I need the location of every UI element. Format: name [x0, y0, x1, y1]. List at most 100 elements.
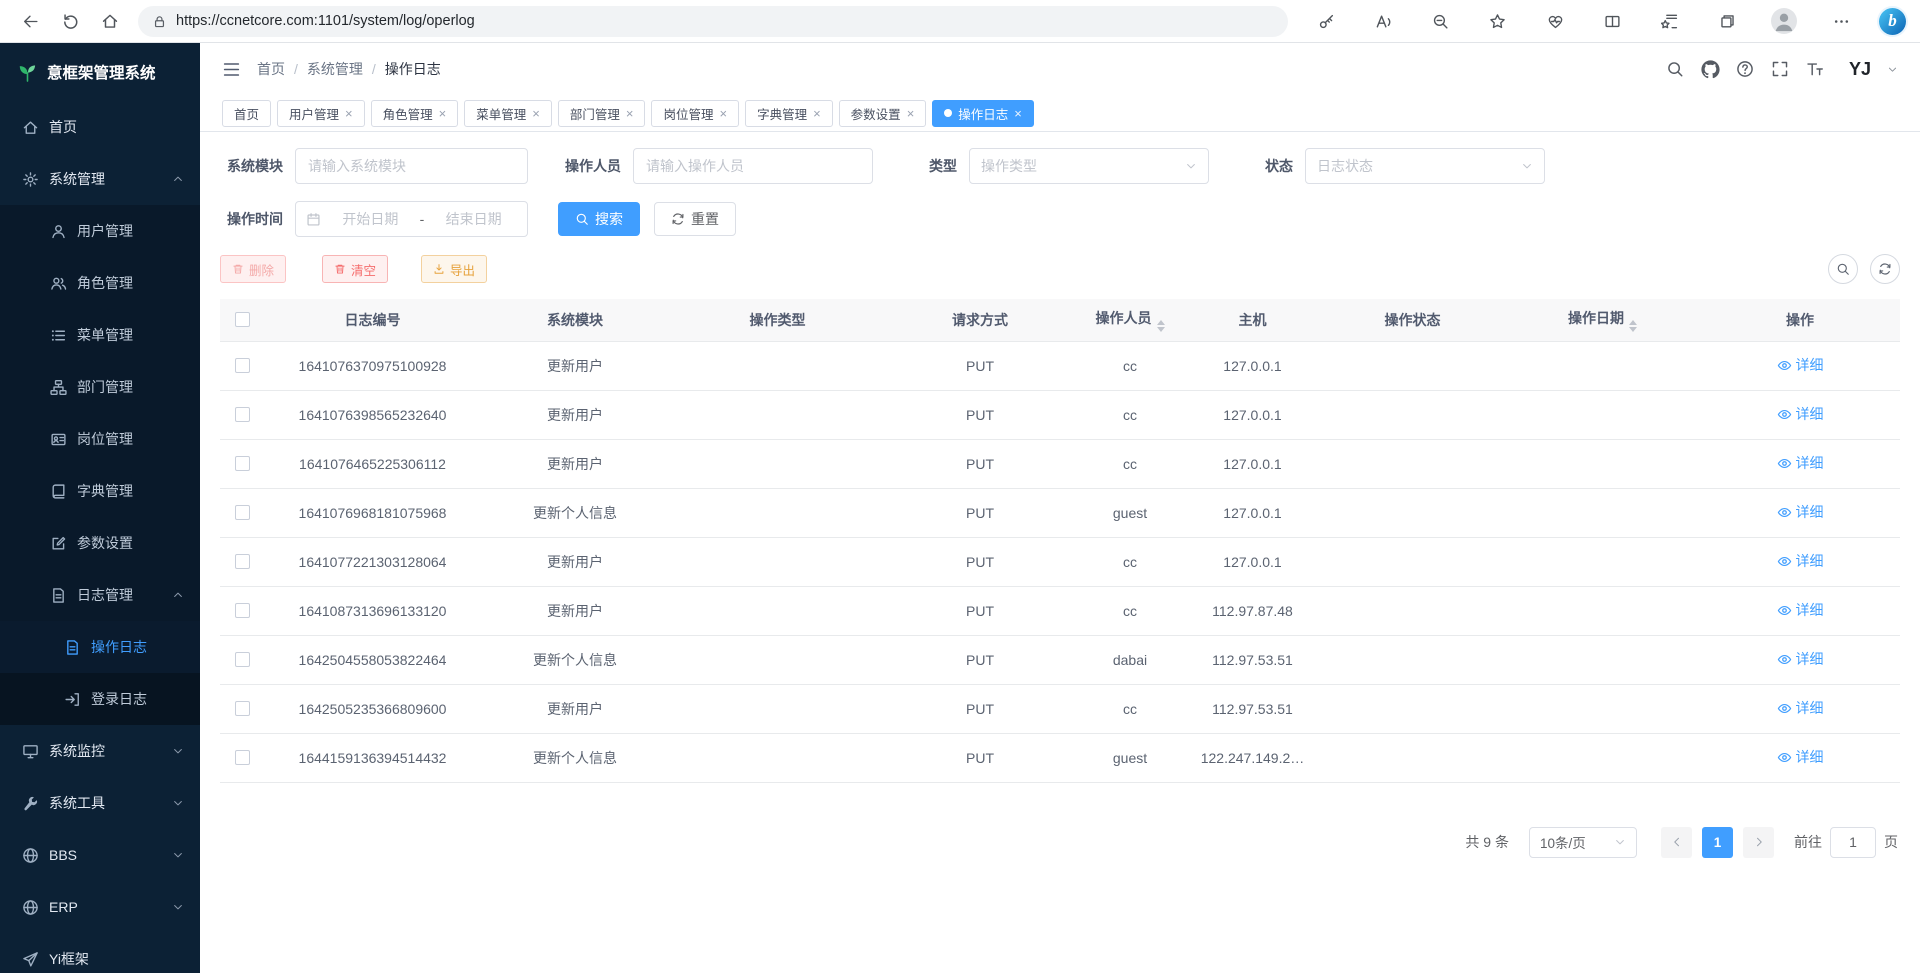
- tab-operation-log[interactable]: 操作日志×: [932, 100, 1034, 127]
- sidebar-item-erp[interactable]: ERP: [0, 881, 200, 933]
- table-row: 1641076465225306112 更新用户 PUT cc 127.0.0.…: [220, 439, 1900, 488]
- refresh-table-button[interactable]: [1870, 254, 1900, 284]
- col-operator[interactable]: 操作人员: [1075, 299, 1185, 341]
- detail-link[interactable]: 详细: [1777, 698, 1824, 718]
- help-button[interactable]: [1736, 60, 1755, 79]
- operator-input[interactable]: [633, 148, 873, 184]
- browser-home-button[interactable]: [90, 4, 130, 38]
- row-checkbox[interactable]: [235, 603, 250, 618]
- reset-button[interactable]: 重置: [654, 202, 736, 236]
- search-button[interactable]: 搜索: [558, 202, 640, 236]
- module-input[interactable]: [295, 148, 528, 184]
- browser-refresh-button[interactable]: [50, 4, 90, 38]
- sort-icon[interactable]: [1629, 320, 1637, 332]
- tab-user-management[interactable]: 用户管理×: [277, 100, 365, 127]
- close-icon[interactable]: ×: [719, 107, 727, 120]
- user-logo[interactable]: YJ: [1849, 59, 1871, 80]
- sidebar-item-menu-management[interactable]: 菜单管理: [0, 309, 200, 361]
- detail-link[interactable]: 详细: [1777, 355, 1824, 375]
- detail-link[interactable]: 详细: [1777, 747, 1824, 767]
- goto-page-input[interactable]: [1830, 827, 1876, 858]
- browser-more-button[interactable]: [1822, 4, 1862, 38]
- profile-button[interactable]: [1764, 4, 1804, 38]
- sidebar-item-system-management[interactable]: 系统管理: [0, 153, 200, 205]
- sidebar-item-dictionary-management[interactable]: 字典管理: [0, 465, 200, 517]
- detail-link[interactable]: 详细: [1777, 404, 1824, 424]
- row-checkbox[interactable]: [235, 701, 250, 716]
- sidebar-item-bbs[interactable]: BBS: [0, 829, 200, 881]
- detail-link[interactable]: 详细: [1777, 600, 1824, 620]
- collections-button[interactable]: [1707, 4, 1747, 38]
- date-range-input[interactable]: 开始日期 - 结束日期: [295, 201, 528, 237]
- row-checkbox[interactable]: [235, 554, 250, 569]
- next-page-button[interactable]: [1743, 827, 1774, 858]
- fullscreen-button[interactable]: [1771, 60, 1790, 79]
- row-checkbox[interactable]: [235, 358, 250, 373]
- sidebar-item-parameter-settings[interactable]: 参数设置: [0, 517, 200, 569]
- sidebar-item-system-monitor[interactable]: 系统监控: [0, 725, 200, 777]
- export-button[interactable]: 导出: [421, 255, 487, 283]
- read-aloud-button[interactable]: [1363, 4, 1403, 38]
- bing-chat-button[interactable]: b: [1879, 8, 1906, 35]
- status-select[interactable]: 日志状态: [1305, 148, 1545, 184]
- close-icon[interactable]: ×: [439, 107, 447, 120]
- row-checkbox[interactable]: [235, 652, 250, 667]
- tab-parameter-settings[interactable]: 参数设置×: [839, 100, 927, 127]
- page-size-select[interactable]: 10条/页: [1529, 827, 1637, 858]
- tab-home[interactable]: 首页: [222, 100, 271, 127]
- sidebar-item-role-management[interactable]: 角色管理: [0, 257, 200, 309]
- add-favorite-button[interactable]: [1478, 4, 1518, 38]
- sidebar-item-system-tools[interactable]: 系统工具: [0, 777, 200, 829]
- sidebar-toggle-icon[interactable]: [222, 60, 241, 79]
- sort-icon[interactable]: [1157, 320, 1165, 332]
- select-all-checkbox[interactable]: [235, 312, 250, 327]
- browser-back-button[interactable]: [10, 4, 50, 38]
- row-checkbox[interactable]: [235, 505, 250, 520]
- tab-dictionary-management[interactable]: 字典管理×: [745, 100, 833, 127]
- browser-essentials-button[interactable]: [1535, 4, 1575, 38]
- tab-role-management[interactable]: 角色管理×: [371, 100, 459, 127]
- sidebar-item-operation-log[interactable]: 操作日志: [0, 621, 200, 673]
- close-icon[interactable]: ×: [1014, 107, 1022, 120]
- sidebar-item-home[interactable]: 首页: [0, 101, 200, 153]
- detail-link[interactable]: 详细: [1777, 649, 1824, 669]
- page-number-button[interactable]: 1: [1702, 827, 1733, 858]
- row-checkbox[interactable]: [235, 750, 250, 765]
- tab-post-management[interactable]: 岗位管理×: [651, 100, 739, 127]
- close-icon[interactable]: ×: [907, 107, 915, 120]
- detail-link[interactable]: 详细: [1777, 453, 1824, 473]
- row-checkbox[interactable]: [235, 456, 250, 471]
- font-size-button[interactable]: [1806, 60, 1825, 79]
- sidebar-item-yi-framework[interactable]: Yi框架: [0, 933, 200, 973]
- passwords-button[interactable]: [1306, 4, 1346, 38]
- sidebar-item-log-management[interactable]: 日志管理: [0, 569, 200, 621]
- col-date[interactable]: 操作日期: [1505, 299, 1700, 341]
- sidebar-item-login-log[interactable]: 登录日志: [0, 673, 200, 725]
- split-screen-button[interactable]: [1592, 4, 1632, 38]
- zoom-out-button[interactable]: [1421, 4, 1461, 38]
- sidebar-item-post-management[interactable]: 岗位管理: [0, 413, 200, 465]
- github-button[interactable]: [1701, 60, 1720, 79]
- sidebar-item-user-management[interactable]: 用户管理: [0, 205, 200, 257]
- header-search-button[interactable]: [1666, 60, 1685, 79]
- address-bar[interactable]: https://ccnetcore.com:1101/system/log/op…: [138, 6, 1288, 37]
- breadcrumb-item-home[interactable]: 首页: [257, 59, 285, 79]
- delete-button[interactable]: 删除: [220, 255, 286, 283]
- breadcrumb-item-system[interactable]: 系统管理: [307, 59, 363, 79]
- chevron-down-icon[interactable]: [1887, 64, 1898, 75]
- tab-menu-management[interactable]: 菜单管理×: [464, 100, 552, 127]
- detail-link[interactable]: 详细: [1777, 551, 1824, 571]
- clear-button[interactable]: 清空: [322, 255, 388, 283]
- sidebar-item-department-management[interactable]: 部门管理: [0, 361, 200, 413]
- row-checkbox[interactable]: [235, 407, 250, 422]
- type-select[interactable]: 操作类型: [969, 148, 1209, 184]
- favorites-button[interactable]: [1650, 4, 1690, 38]
- prev-page-button[interactable]: [1661, 827, 1692, 858]
- close-icon[interactable]: ×: [626, 107, 634, 120]
- toggle-search-button[interactable]: [1828, 254, 1858, 284]
- close-icon[interactable]: ×: [532, 107, 540, 120]
- close-icon[interactable]: ×: [813, 107, 821, 120]
- close-icon[interactable]: ×: [345, 107, 353, 120]
- tab-department-management[interactable]: 部门管理×: [558, 100, 646, 127]
- detail-link[interactable]: 详细: [1777, 502, 1824, 522]
